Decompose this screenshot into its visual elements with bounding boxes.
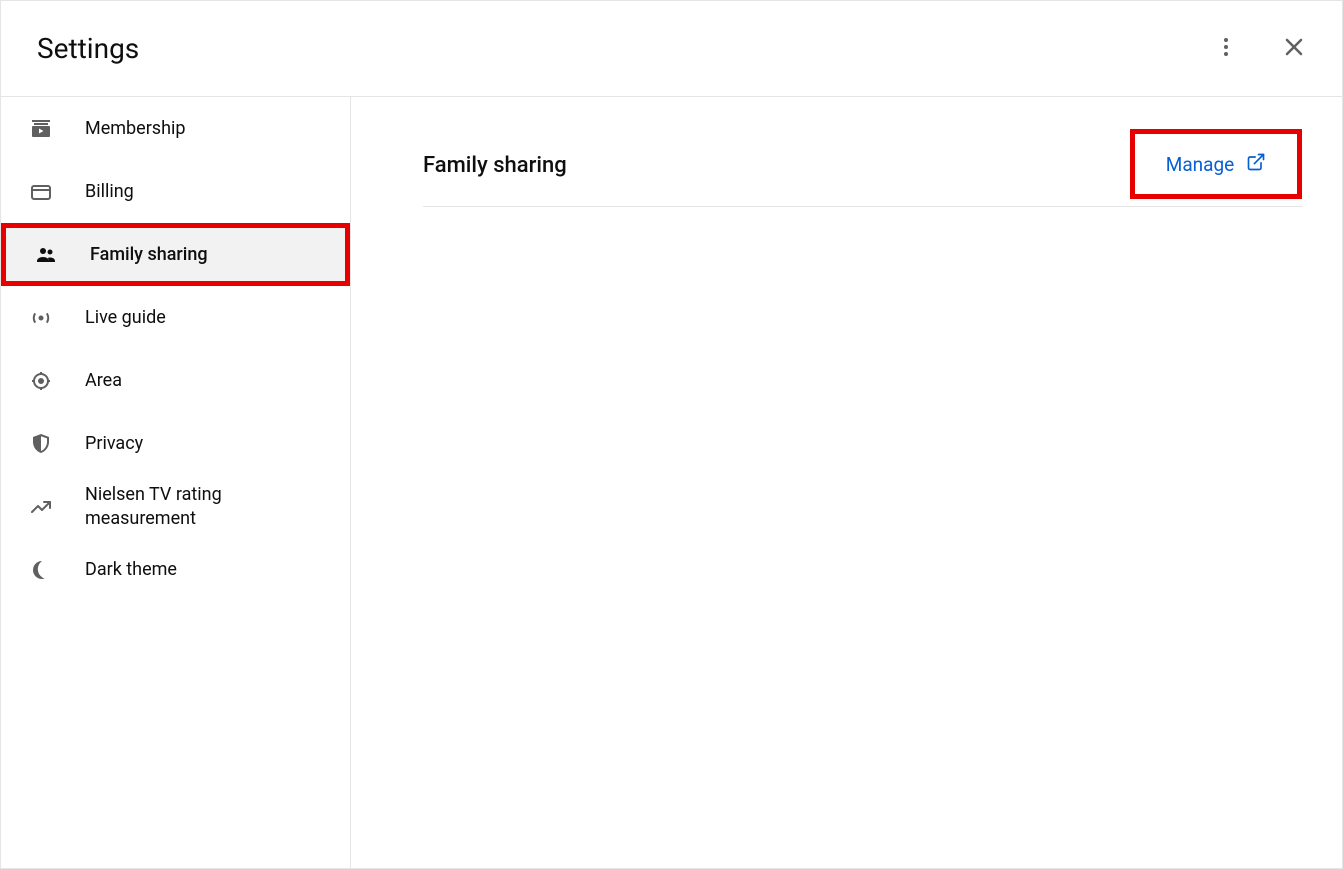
broadcast-icon <box>29 306 53 330</box>
trend-icon <box>29 495 53 519</box>
sidebar-item-label: Privacy <box>85 432 143 455</box>
close-button[interactable] <box>1274 29 1314 69</box>
sidebar-item-nielsen[interactable]: Nielsen TV rating measurement <box>1 475 350 538</box>
more-vertical-icon <box>1214 35 1238 63</box>
sidebar-item-label: Nielsen TV rating measurement <box>85 483 322 530</box>
close-icon <box>1282 35 1306 63</box>
sidebar-item-label: Family sharing <box>90 243 208 266</box>
header-actions <box>1206 29 1314 69</box>
sidebar-item-label: Live guide <box>85 306 166 329</box>
moon-icon <box>29 558 53 582</box>
page-title: Settings <box>37 32 139 65</box>
sidebar-item-label: Membership <box>85 117 186 140</box>
people-icon <box>34 243 58 267</box>
sidebar-item-dark-theme[interactable]: Dark theme <box>1 538 350 601</box>
sidebar: Membership Billing Family sharing Live g… <box>1 97 351 868</box>
sidebar-item-area[interactable]: Area <box>1 349 350 412</box>
card-icon <box>29 180 53 204</box>
external-link-icon <box>1246 152 1266 177</box>
sidebar-item-label: Billing <box>85 180 134 203</box>
sidebar-item-label: Area <box>85 369 122 392</box>
main-panel: Family sharing Manage <box>351 97 1342 868</box>
sidebar-item-privacy[interactable]: Privacy <box>1 412 350 475</box>
location-icon <box>29 369 53 393</box>
subscription-icon <box>29 117 53 141</box>
sidebar-item-membership[interactable]: Membership <box>1 97 350 160</box>
sidebar-item-live-guide[interactable]: Live guide <box>1 286 350 349</box>
shield-icon <box>29 432 53 456</box>
sidebar-item-label: Dark theme <box>85 558 177 581</box>
section-title: Family sharing <box>423 153 567 178</box>
manage-link[interactable]: Manage <box>1156 146 1277 183</box>
settings-header: Settings <box>1 1 1342 97</box>
sidebar-item-billing[interactable]: Billing <box>1 160 350 223</box>
sidebar-item-family-sharing[interactable]: Family sharing <box>1 223 350 286</box>
manage-label: Manage <box>1166 153 1235 176</box>
manage-highlight: Manage <box>1130 129 1302 199</box>
content-area: Membership Billing Family sharing Live g… <box>1 97 1342 868</box>
more-options-button[interactable] <box>1206 29 1246 69</box>
